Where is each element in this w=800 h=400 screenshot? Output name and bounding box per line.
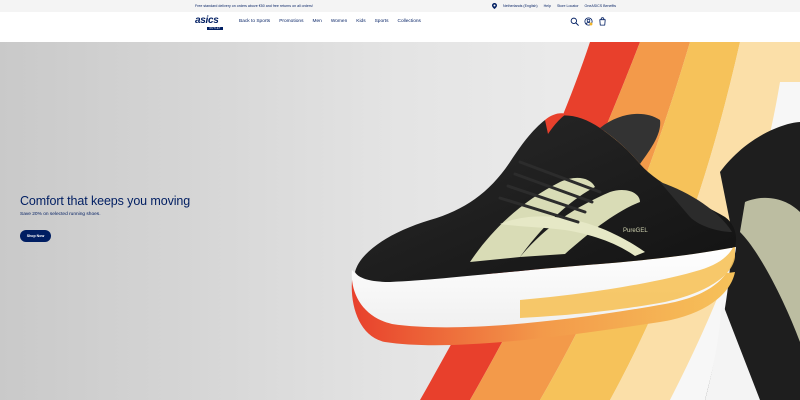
bag-icon[interactable]: [598, 17, 607, 26]
nav-item-men[interactable]: Men: [312, 19, 321, 24]
store-locator-link[interactable]: Store Locator: [557, 4, 579, 8]
header-icons: [570, 17, 607, 26]
benefits-link[interactable]: OneASICS Benefits: [585, 4, 617, 8]
promo-text: Free standard delivery on orders above €…: [195, 4, 313, 8]
nav-item-promotions[interactable]: Promotions: [279, 19, 303, 24]
main-header: [0, 12, 800, 42]
location-selector[interactable]: Netherlands (English): [503, 4, 538, 8]
logo-wordmark: asics: [195, 15, 219, 26]
hero-title: Comfort that keeps you moving: [20, 194, 191, 208]
nav-item-sports[interactable]: Sports: [375, 19, 389, 24]
hero-subtitle: Save 20% on selected running shoes.: [20, 212, 101, 217]
nav-item-women[interactable]: Women: [331, 19, 347, 24]
nav-item-collections[interactable]: Collections: [397, 19, 420, 24]
search-icon[interactable]: [570, 17, 579, 26]
hero-shoe-image: PureGEL: [351, 42, 800, 400]
promo-bar: Free standard delivery on orders above €…: [0, 0, 800, 12]
nav-item-back-to-sports[interactable]: Back to Sports: [239, 19, 270, 24]
utility-links: Netherlands (English) Help Store Locator…: [492, 3, 616, 9]
nav-item-kids[interactable]: Kids: [356, 19, 365, 24]
hero-banner[interactable]: PureGEL Comfort that keeps you moving Sa…: [0, 42, 800, 400]
shop-now-button[interactable]: Shop Now: [20, 230, 51, 242]
main-menu: Back to Sports Promotions Men Women Kids…: [239, 19, 430, 24]
logo-badge: OUTLET: [207, 27, 223, 30]
account-icon[interactable]: [584, 17, 593, 26]
brand-logo[interactable]: asics OUTLET: [194, 15, 230, 30]
help-link[interactable]: Help: [544, 4, 551, 8]
location-pin-icon: [492, 3, 497, 9]
shoe-label: PureGEL: [623, 228, 648, 234]
